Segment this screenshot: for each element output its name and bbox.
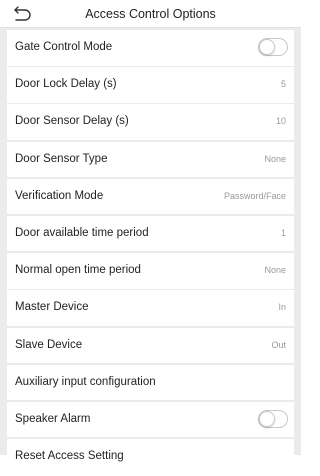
setting-row-gate-control-mode[interactable]: Gate Control Mode (7, 30, 294, 66)
setting-row-slave-device[interactable]: Slave Device Out (7, 327, 294, 363)
toggle-knob (259, 39, 275, 55)
setting-label: Slave Device (15, 338, 83, 351)
access-control-options-screen: Access Control Options Gate Control Mode… (0, 0, 301, 475)
setting-label: Normal open time period (15, 264, 141, 277)
setting-label: Gate Control Mode (15, 41, 113, 53)
setting-label: Verification Mode (15, 189, 104, 202)
setting-row-verification-mode[interactable]: Verification Mode Password/Face (7, 178, 294, 215)
setting-value: None (264, 265, 286, 276)
setting-value: In (278, 302, 286, 313)
setting-row-door-sensor-type[interactable]: Door Sensor Type None (7, 141, 294, 178)
speaker-alarm-toggle[interactable] (258, 409, 288, 428)
setting-row-door-sensor-delay-s[interactable]: Door Sensor Delay (s) 10 (7, 104, 294, 140)
setting-value: 10 (275, 116, 286, 127)
setting-label: Door Sensor Delay (s) (15, 115, 129, 128)
setting-row-speaker-alarm[interactable]: Speaker Alarm (7, 401, 294, 438)
setting-label: Speaker Alarm (15, 412, 91, 425)
gate-control-mode-toggle[interactable] (258, 38, 288, 56)
setting-label: Door available time period (15, 226, 149, 239)
setting-value: 1 (280, 227, 286, 238)
setting-value: Out (271, 339, 286, 350)
setting-label: Master Device (15, 301, 89, 314)
setting-label: Door Lock Delay (s) (15, 78, 117, 91)
page-title: Access Control Options (85, 7, 216, 21)
setting-value: None (264, 153, 286, 164)
setting-row-master-device[interactable]: Master Device In (7, 290, 294, 326)
setting-row-door-available-time-period[interactable]: Door available time period 1 (7, 215, 294, 252)
setting-row-normal-open-time-period[interactable]: Normal open time period None (7, 253, 294, 289)
back-arrow-icon[interactable] (12, 6, 32, 22)
setting-row-auxiliary-input-configuration[interactable]: Auxiliary input configuration (7, 364, 294, 401)
setting-value: 5 (280, 79, 286, 90)
setting-value: Password/Face (223, 190, 286, 201)
setting-row-reset-access-setting[interactable]: Reset Access Setting (7, 439, 294, 475)
setting-label: Door Sensor Type (15, 152, 108, 165)
setting-row-door-lock-delay-s[interactable]: Door Lock Delay (s) 5 (7, 67, 294, 103)
settings-list: Gate Control Mode Door Lock Delay (s) 5 Doo… (7, 30, 294, 476)
setting-label: Auxiliary input configuration (15, 375, 156, 388)
header-bar: Access Control Options (0, 0, 301, 28)
toggle-knob (259, 410, 275, 427)
setting-label: Reset Access Setting (15, 450, 124, 463)
